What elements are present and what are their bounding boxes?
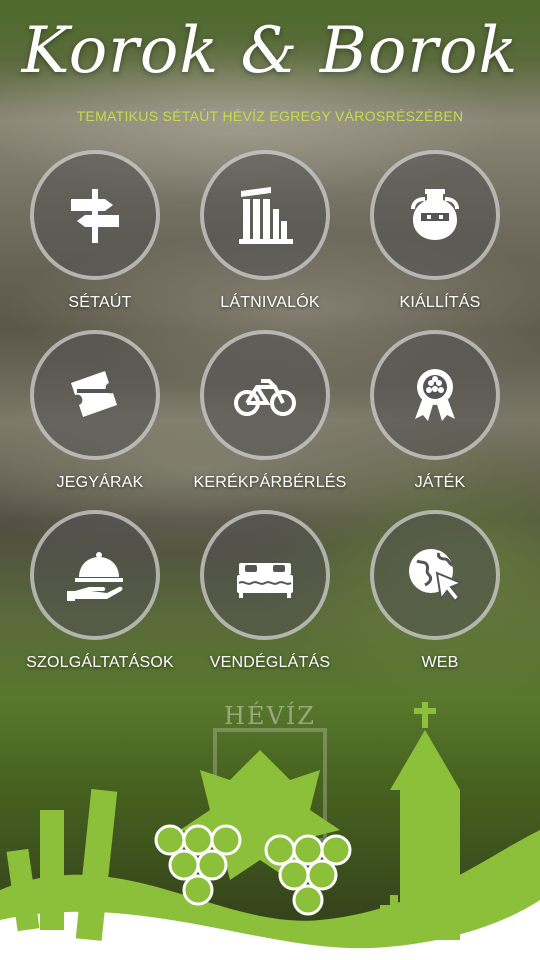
- app-subtitle: TEMATIKUS SÉTAÚT HÉVÍZ EGREGY VÁROSRÉSZÉ…: [76, 108, 464, 124]
- menu-circle[interactable]: [30, 330, 160, 460]
- menu-label: JÁTÉK: [414, 474, 466, 491]
- bed-icon: [237, 563, 293, 598]
- menu-item-web[interactable]: WEB: [355, 510, 525, 685]
- ruins-icon: [239, 187, 293, 244]
- tickets-icon: [71, 371, 117, 417]
- menu-circle[interactable]: [200, 330, 330, 460]
- menu-label: VENDÉGLÁTÁS: [209, 654, 331, 671]
- menu-item-setaut[interactable]: SÉTAÚT: [15, 150, 185, 325]
- cloche-icon: [67, 552, 123, 601]
- award-ribbon-icon: [415, 369, 455, 421]
- menu-label: LÁTNIVALÓK: [220, 294, 320, 311]
- menu-circle[interactable]: [30, 150, 160, 280]
- menu-item-latnivalok[interactable]: LÁTNIVALÓK: [185, 150, 355, 325]
- menu-label: WEB: [421, 654, 459, 671]
- menu-item-kiallitas[interactable]: KIÁLLÍTÁS: [355, 150, 525, 325]
- globe-cursor-icon: [409, 549, 464, 603]
- menu-circle[interactable]: [200, 150, 330, 280]
- menu-label: KIÁLLÍTÁS: [399, 294, 481, 311]
- menu-circle[interactable]: [370, 330, 500, 460]
- menu-circle[interactable]: [370, 150, 500, 280]
- menu-label: SÉTAÚT: [68, 294, 132, 311]
- menu-item-jegyarak[interactable]: JEGYÁRAK: [15, 330, 185, 505]
- menu-circle[interactable]: [200, 510, 330, 640]
- app-title: Korok & Borok: [21, 14, 519, 88]
- vineyard-illustration: [0, 702, 540, 960]
- menu-circle[interactable]: [370, 510, 500, 640]
- menu-item-szolgaltatasok[interactable]: SZOLGÁLTATÁSOK: [15, 510, 185, 685]
- menu-circle[interactable]: [30, 510, 160, 640]
- menu-label: SZOLGÁLTATÁSOK: [26, 654, 174, 671]
- menu-item-vendeglatas[interactable]: VENDÉGLÁTÁS: [185, 510, 355, 685]
- menu-label: JEGYÁRAK: [56, 474, 144, 491]
- menu-label: KERÉKPÁRBÉRLÉS: [193, 474, 347, 491]
- header: Korok & Borok TEMATIKUS SÉTAÚT HÉVÍZ EGR…: [0, 0, 540, 140]
- menu-item-jatek[interactable]: JÁTÉK: [355, 330, 525, 505]
- signpost-icon: [71, 189, 119, 243]
- amphora-icon: [411, 189, 459, 240]
- bicycle-icon: [234, 379, 296, 416]
- menu-item-kerekparberles[interactable]: KERÉKPÁRBÉRLÉS: [185, 330, 355, 505]
